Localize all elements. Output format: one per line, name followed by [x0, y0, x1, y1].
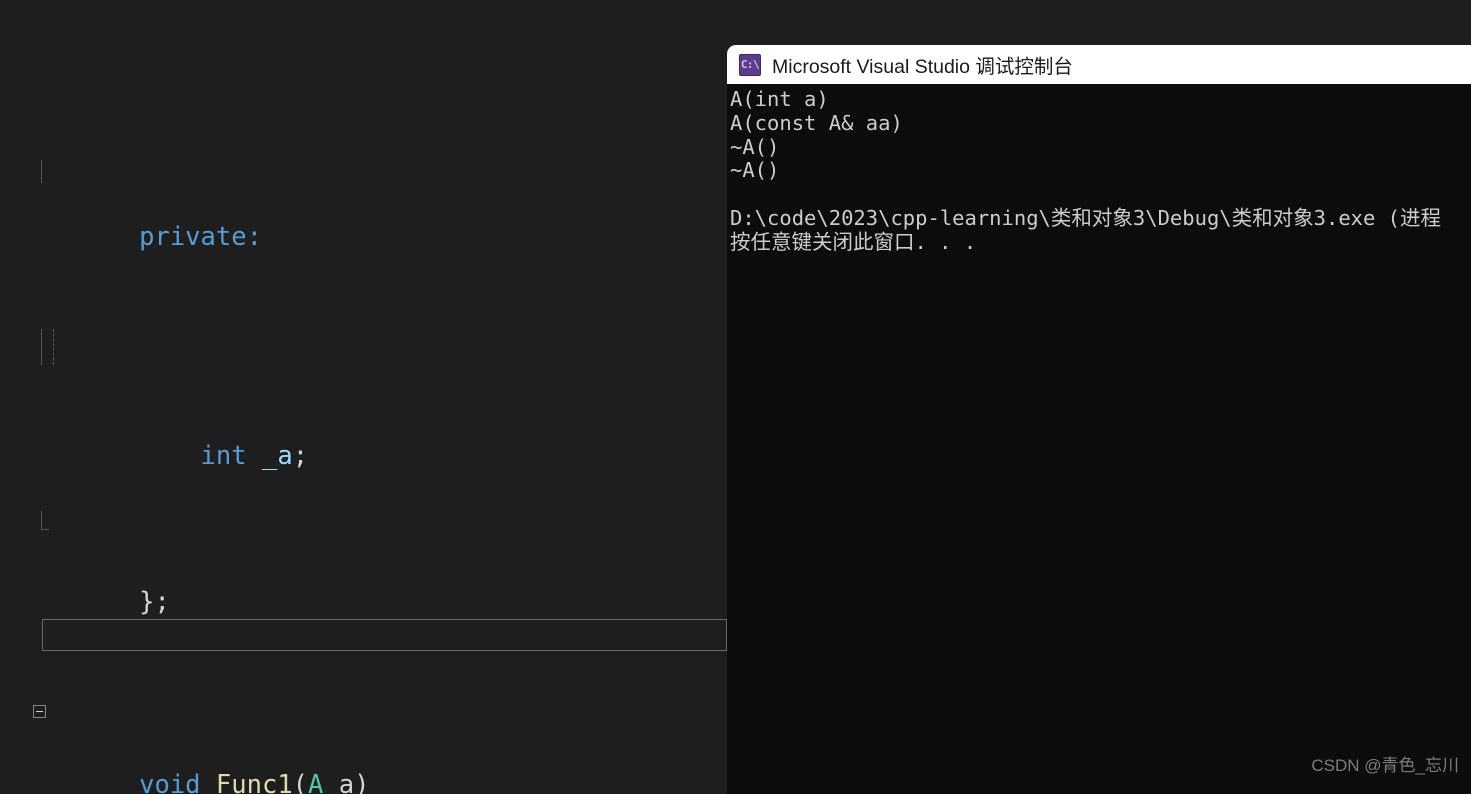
code-token-keyword: int [200, 441, 247, 471]
code-line[interactable]: int _a; [0, 328, 727, 471]
console-output-area[interactable]: A(int a) A(const A& aa) ~A() ~A() D:\cod… [727, 84, 1471, 794]
console-icon-label: C:\ [740, 58, 760, 71]
code-text-area[interactable]: private: int _a; }; void Func1(A a) { [0, 0, 727, 794]
code-editor-pane[interactable]: private: int _a; }; void Func1(A a) { [0, 0, 727, 794]
console-output-line: A(int a) [730, 87, 829, 111]
console-app-icon: C:\ [739, 53, 761, 76]
code-token-punct: ; [292, 441, 309, 471]
code-token-punct: ) [354, 769, 370, 794]
code-token-keyword: void [139, 769, 201, 794]
code-line[interactable]: }; [0, 511, 727, 617]
console-output-line: ~A() [730, 134, 780, 159]
console-output-line: D:\code\2023\cpp-learning\类和对象3\Debug\类和… [730, 205, 1442, 230]
console-title-bar[interactable]: C:\ Microsoft Visual Studio 调试控制台 [727, 45, 1471, 84]
scope-guide-line [41, 160, 42, 183]
scope-guide-line [41, 511, 49, 530]
indent-guide-line [53, 328, 54, 365]
code-token-type: A [308, 769, 324, 794]
collapse-minus-icon[interactable] [33, 704, 46, 718]
code-token-punct: }; [139, 587, 170, 617]
code-line[interactable]: void Func1(A a) [0, 694, 727, 794]
code-token-keyword: private: [139, 222, 262, 252]
scope-guide-line [41, 328, 42, 365]
csdn-watermark: CSDN @青色_忘川 [1311, 756, 1459, 775]
console-output-line-blank [730, 183, 1471, 207]
code-token-punct: ( [292, 769, 309, 794]
code-token-function: Func1 [216, 767, 293, 794]
code-line[interactable]: private: [0, 146, 727, 252]
code-token-param: a [338, 769, 355, 794]
console-output-line: A(const A& aa) [730, 110, 903, 135]
debug-console-window[interactable]: C:\ Microsoft Visual Studio 调试控制台 A(int … [727, 45, 1471, 794]
console-output-line: 按任意键关闭此窗口. . . [730, 229, 977, 254]
console-output-line: ~A() [730, 158, 780, 183]
console-title-text: Microsoft Visual Studio 调试控制台 [772, 56, 1073, 78]
code-token-variable: _a [261, 441, 293, 471]
